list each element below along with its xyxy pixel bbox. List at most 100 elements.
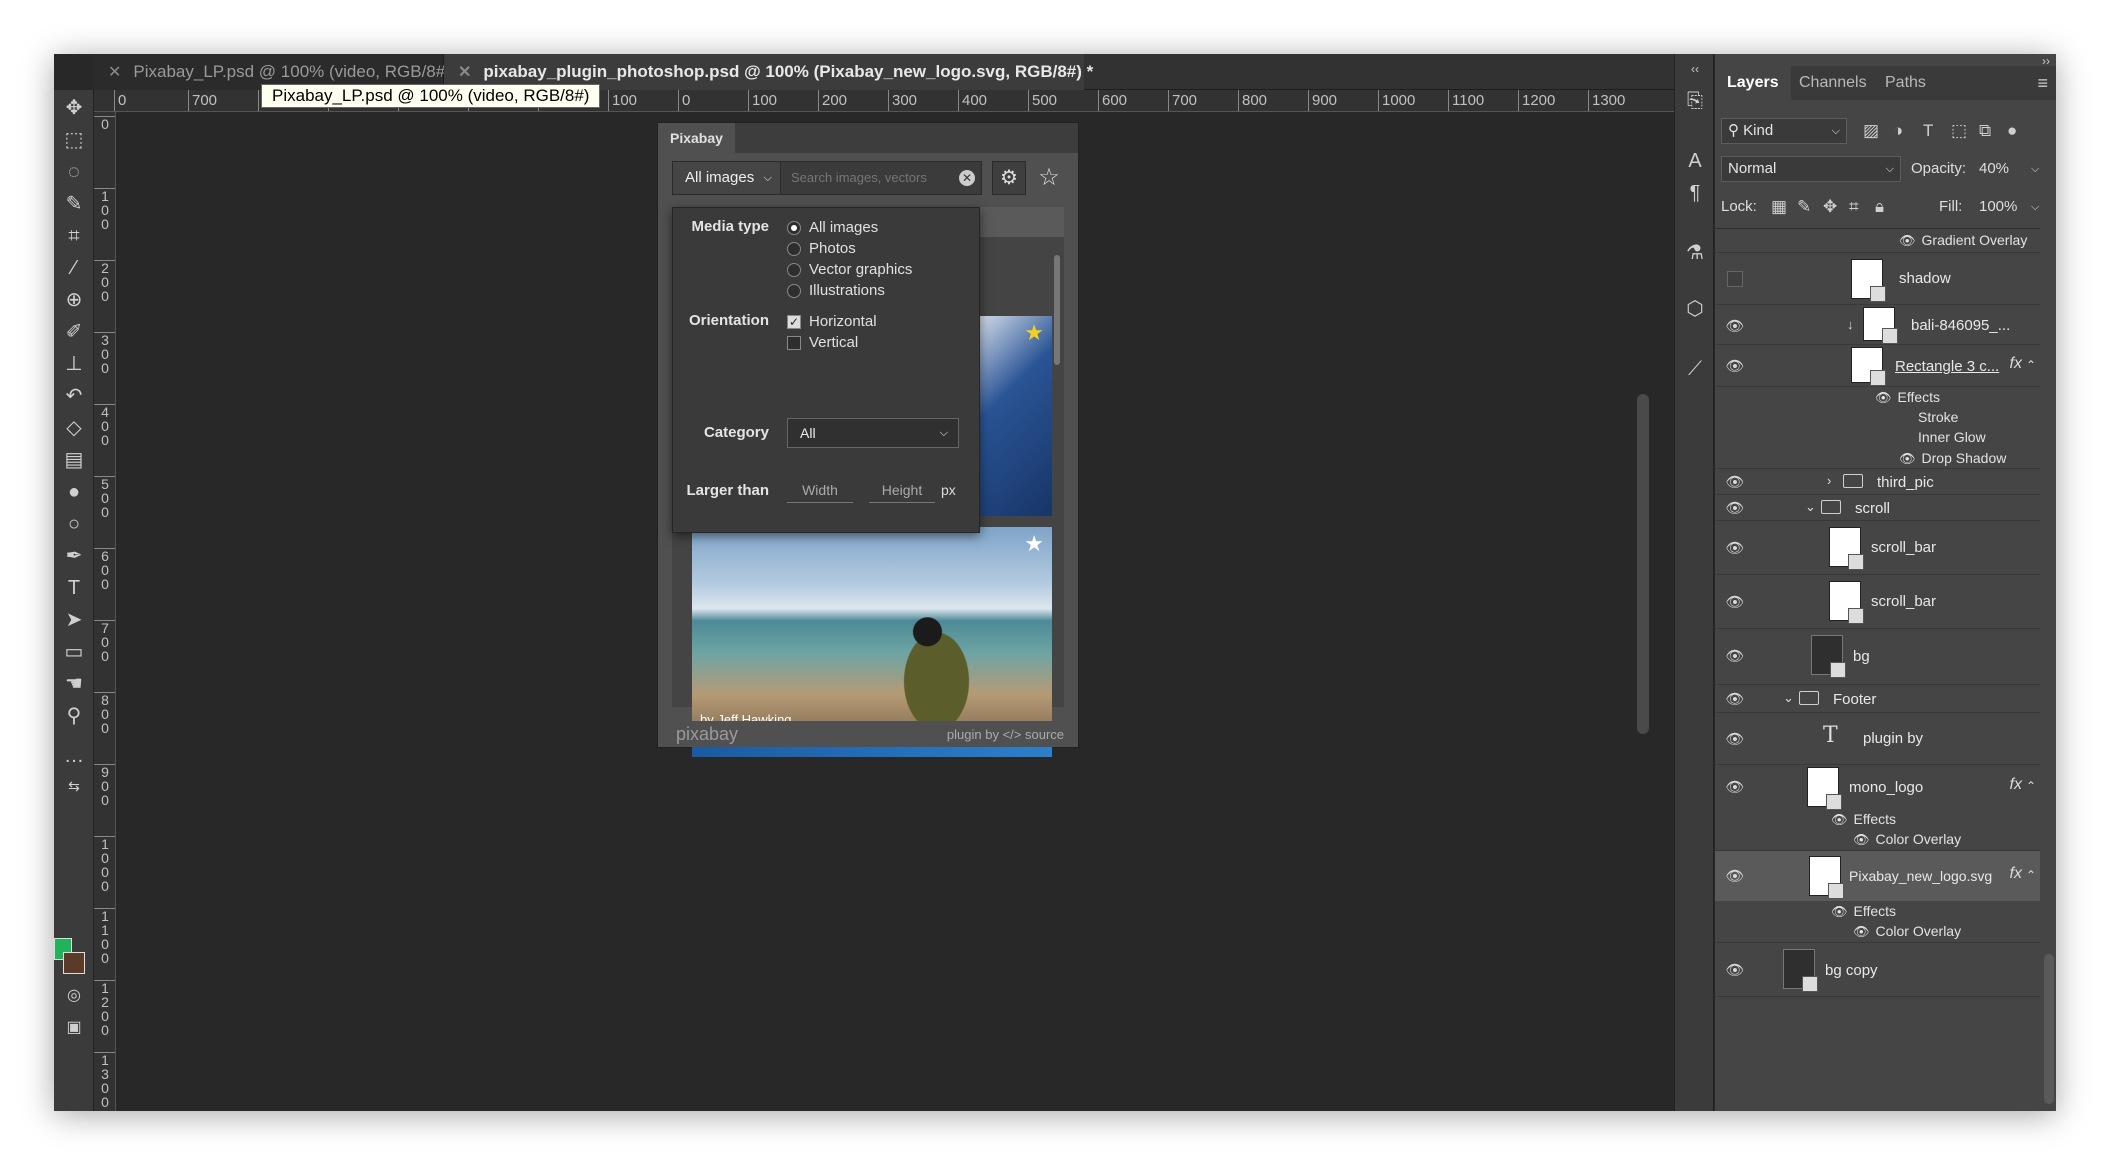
radio-illustrations[interactable]: Illustrations (787, 281, 885, 301)
checkbox-vertical[interactable]: Vertical (787, 333, 858, 353)
fill-value[interactable]: 100% (1979, 194, 2017, 220)
paragraph-panel-icon[interactable]: ¶ (1675, 178, 1715, 208)
type-tool-icon[interactable]: T (54, 572, 94, 604)
effect-row[interactable]: Stroke (1715, 407, 2040, 427)
visibility-toggle[interactable] (1727, 271, 1743, 287)
eye-icon[interactable]: 👁︎ (1831, 812, 1848, 827)
marquee-tool-icon[interactable]: ⬚ (54, 124, 94, 156)
rectangle-tool-icon[interactable]: ▭ (54, 636, 94, 668)
effects-header-row[interactable]: 👁︎ Effects (1715, 387, 2040, 407)
brush-tool-icon[interactable]: ✐ (54, 316, 94, 348)
eye-icon[interactable]: 👁︎ (1853, 924, 1870, 939)
canvas-scrollbar[interactable] (1637, 394, 1649, 734)
gradient-tool-icon[interactable]: ▤ (54, 444, 94, 476)
favorite-star-icon[interactable]: ★ (1024, 320, 1044, 346)
effects-header-row[interactable]: 👁︎ Effects (1715, 901, 2040, 921)
quick-selection-tool-icon[interactable]: ✎ (54, 188, 94, 220)
eye-icon[interactable]: 👁︎ (1725, 778, 1745, 796)
character-panel-icon[interactable]: A (1675, 146, 1715, 176)
opacity-value[interactable]: 40% (1979, 156, 2009, 182)
zoom-tool-icon[interactable]: ⚲ (54, 700, 94, 732)
collapse-arrows-icon[interactable]: ‹‹ (1675, 54, 1715, 84)
close-tab-icon[interactable]: ✕ (108, 64, 121, 81)
swap-colors-icon[interactable]: ⇆ (54, 770, 94, 802)
brushes-panel-icon[interactable]: ⟋ (1675, 354, 1715, 384)
category-select[interactable]: All ⌵ (787, 418, 959, 448)
media-type-select[interactable]: All images ⌵ (673, 162, 781, 194)
eye-icon[interactable]: 👁︎ (1725, 499, 1745, 517)
clear-search-icon[interactable]: ✕ (959, 170, 975, 186)
eye-icon[interactable]: 👁︎ (1725, 317, 1745, 335)
chevron-down-icon[interactable]: ⌵ (2031, 194, 2039, 220)
path-selection-tool-icon[interactable]: ➤ (54, 604, 94, 636)
blend-mode-select[interactable]: Normal ⌵ (1721, 156, 1901, 182)
eye-icon[interactable]: 👁︎ (1725, 473, 1745, 491)
fx-icon[interactable]: fx (2010, 865, 2022, 883)
pen-tool-icon[interactable]: ✒ (54, 540, 94, 572)
lock-position-icon[interactable]: ✥ (1823, 194, 1837, 220)
collapse-effects-icon[interactable]: ⌃ (2026, 779, 2036, 793)
close-tab-icon[interactable]: ✕ (458, 64, 471, 81)
layer-row[interactable]: 👁︎ scroll_bar (1715, 521, 2040, 575)
eye-icon[interactable]: 👁︎ (1725, 647, 1745, 665)
blur-tool-icon[interactable]: ● (54, 476, 94, 508)
layer-row[interactable]: 👁︎ mono_logo fx ⌃ (1715, 765, 2040, 810)
effect-row[interactable]: Inner Glow (1715, 427, 2040, 447)
more-tools-icon[interactable]: … (54, 740, 94, 772)
eye-icon[interactable]: 👁︎ (1831, 904, 1848, 919)
history-brush-tool-icon[interactable]: ↶ (54, 380, 94, 412)
radio-all-images[interactable]: All images (787, 218, 878, 238)
height-input[interactable]: Height (869, 479, 935, 503)
layer-row[interactable]: 👁︎ bg (1715, 629, 2040, 685)
type-filter-icon[interactable]: T (1923, 118, 1933, 144)
eye-icon[interactable]: 👁︎ (1725, 357, 1745, 375)
chevron-right-icon[interactable]: › (1827, 473, 1831, 488)
panel-menu-icon[interactable]: ≡ (2037, 66, 2048, 100)
pixel-filter-icon[interactable]: ▨ (1863, 118, 1879, 144)
adjustment-filter-icon[interactable]: ◑ (1893, 118, 1903, 144)
filter-kind-select[interactable]: ⚲ Kind ⌵ (1721, 118, 1847, 144)
favorite-star-icon[interactable]: ★ (1024, 531, 1044, 557)
background-color-swatch[interactable] (63, 952, 85, 974)
lasso-tool-icon[interactable]: ◌ (54, 156, 94, 188)
crop-tool-icon[interactable]: ⌗ (54, 220, 94, 252)
layer-row-selected[interactable]: 👁︎ Pixabay_new_logo.svg fx ⌃ (1715, 851, 2040, 901)
fx-icon[interactable]: fx (2010, 776, 2022, 794)
tab-layers[interactable]: Layers (1715, 66, 1791, 100)
text-layer-row[interactable]: 👁︎ T plugin by (1715, 713, 2040, 765)
effect-row[interactable]: 👁︎ Color Overlay (1715, 921, 2040, 943)
eye-icon[interactable]: 👁︎ (1899, 233, 1916, 248)
effects-header-row[interactable]: 👁︎ Effects (1715, 809, 2040, 829)
eye-icon[interactable]: 👁︎ (1725, 867, 1745, 885)
chevron-down-icon[interactable]: ⌄ (1783, 690, 1794, 706)
effect-row[interactable]: 👁︎ Gradient Overlay (1715, 229, 2040, 253)
history-panel-icon[interactable]: ⎘ (1675, 86, 1715, 116)
plugin-scrollbar[interactable] (1054, 255, 1060, 365)
layer-row[interactable]: 👁︎ bg copy (1715, 943, 2040, 997)
eye-icon[interactable]: 👁︎ (1875, 390, 1892, 405)
search-input[interactable] (783, 162, 953, 194)
smart-object-filter-icon[interactable]: ⧉ (1979, 118, 1991, 144)
quick-mask-icon[interactable]: ◎ (54, 980, 94, 1012)
effect-row[interactable]: 👁︎ Drop Shadow (1715, 447, 2040, 469)
filter-toggle-icon[interactable]: ● (2007, 118, 2017, 144)
group-row[interactable]: 👁︎ ⌄ scroll (1715, 495, 2040, 521)
radio-photos[interactable]: Photos (787, 239, 856, 259)
tab-paths[interactable]: Paths (1873, 66, 1938, 100)
lock-all-icon[interactable]: 🔒︎ (1875, 194, 1884, 220)
healing-brush-tool-icon[interactable]: ⊕ (54, 284, 94, 316)
effect-row[interactable]: 👁︎ Color Overlay (1715, 829, 2040, 851)
lock-pixels-icon[interactable]: ✎ (1797, 194, 1811, 220)
eyedropper-tool-icon[interactable]: ⁄ (54, 252, 94, 284)
fx-icon[interactable]: fx (2010, 355, 2022, 373)
shape-filter-icon[interactable]: ⬚ (1951, 118, 1967, 144)
checkbox-horizontal[interactable]: ✓ Horizontal (787, 312, 877, 332)
tab-pixabay[interactable]: Pixabay (658, 123, 735, 153)
group-row[interactable]: 👁︎ › third_pic (1715, 469, 2040, 495)
chevron-down-icon[interactable]: ⌵ (2031, 156, 2039, 182)
result-image[interactable]: ★ by Jeff Hawking (692, 527, 1052, 731)
eye-icon[interactable]: 👁︎ (1725, 690, 1745, 708)
layer-row[interactable]: 👁︎ scroll_bar (1715, 575, 2040, 629)
clone-stamp-tool-icon[interactable]: ⊥ (54, 348, 94, 380)
group-row[interactable]: 👁︎ ⌄ Footer (1715, 685, 2040, 713)
